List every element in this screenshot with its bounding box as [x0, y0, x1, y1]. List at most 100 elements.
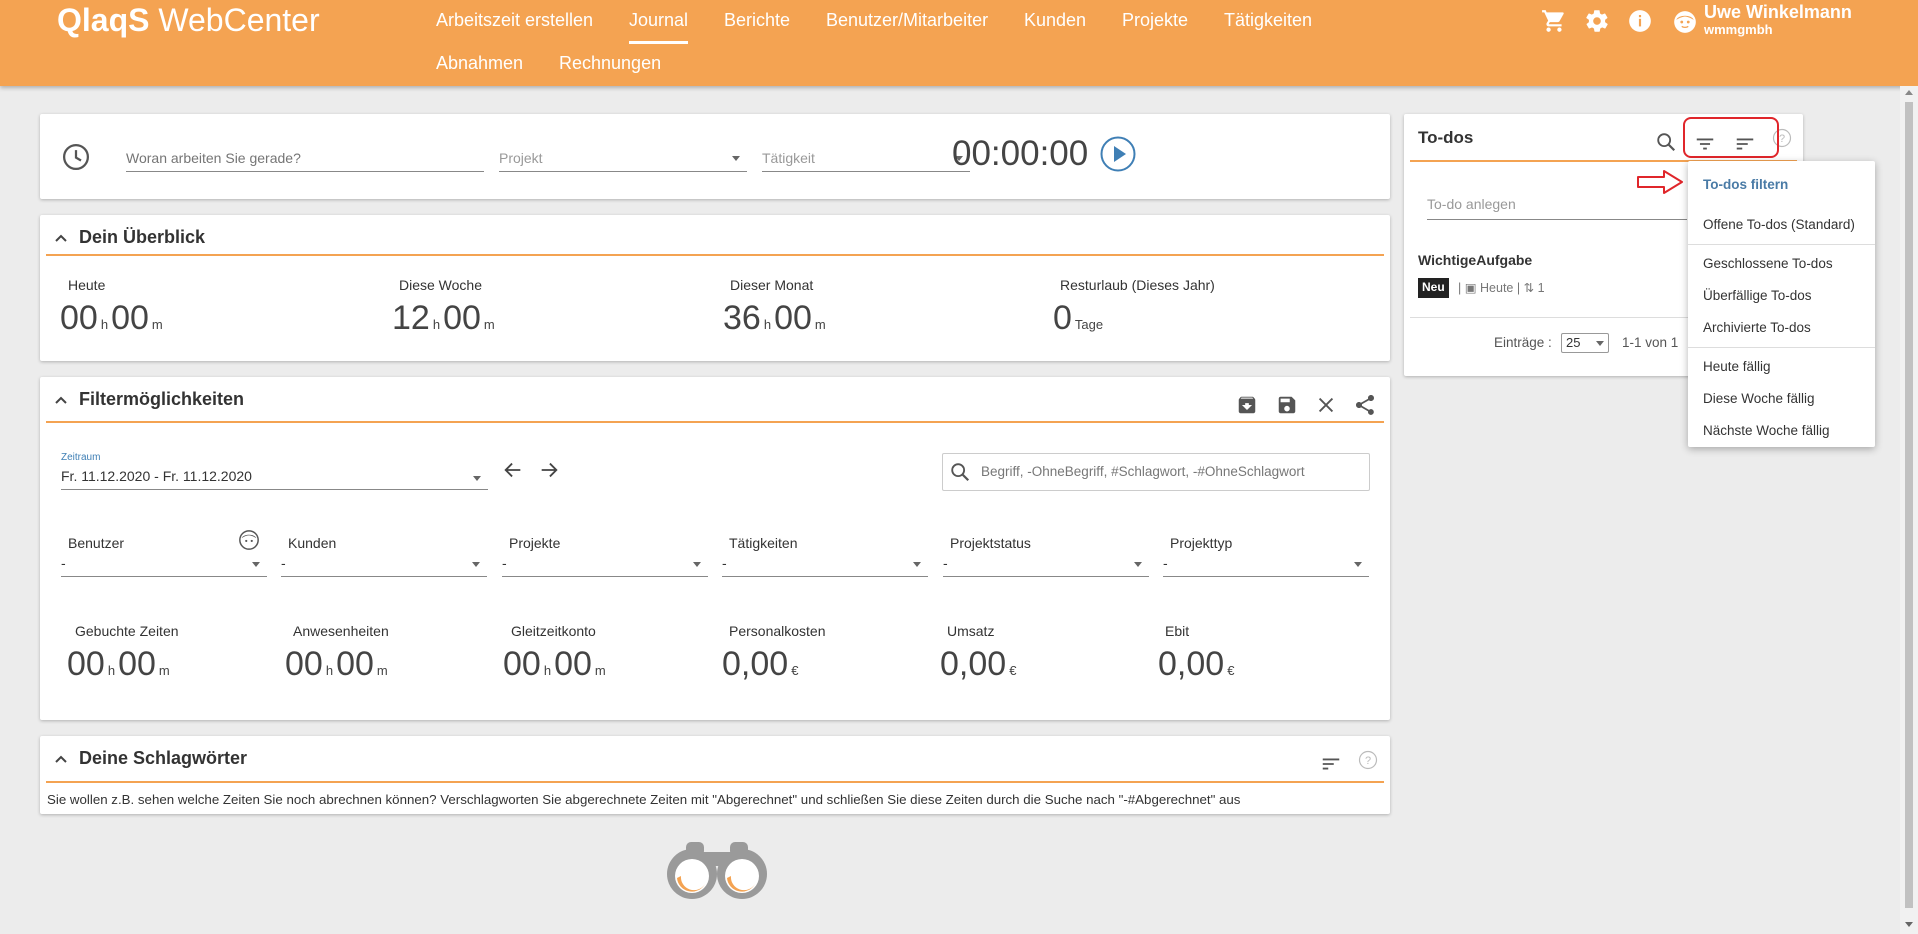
cart-icon[interactable]	[1541, 8, 1567, 34]
todo-meta: | ▣ Heute | ⇅ 1	[1458, 281, 1545, 295]
select-label-benutzer: Benutzer	[68, 535, 125, 551]
menu-item-due-this-week[interactable]: Diese Woche fällig	[1703, 391, 1815, 406]
chevron-down-icon	[252, 562, 260, 567]
stat-value: 36 h00 m	[723, 299, 826, 337]
nav-benutzer-mitarbeiter[interactable]: Benutzer/Mitarbeiter	[826, 10, 988, 31]
menu-item-due-today[interactable]: Heute fällig	[1703, 359, 1771, 374]
search-field[interactable]: Begriff, -OhneBegriff, #Schlagwort, -#Oh…	[942, 453, 1370, 491]
close-icon[interactable]	[1315, 394, 1337, 416]
section-divider	[46, 254, 1384, 256]
todo-badge-new: Neu	[1418, 278, 1449, 298]
entries-label: Einträge :	[1494, 335, 1552, 350]
period-select[interactable]: Fr. 11.12.2020 - Fr. 11.12.2020	[61, 463, 488, 490]
help-icon[interactable]: ?	[1358, 750, 1378, 770]
scroll-down-icon[interactable]	[1905, 922, 1913, 927]
activity-placeholder: Tätigkeit	[762, 150, 815, 166]
search-icon[interactable]	[1655, 131, 1677, 153]
stat-label: Umsatz	[947, 623, 995, 639]
chevron-up-icon[interactable]	[54, 754, 68, 764]
nav-arbeitszeit-erstellen[interactable]: Arbeitszeit erstellen	[436, 10, 593, 31]
select-kunden[interactable]: -	[281, 553, 487, 577]
period-label: Zeitraum	[61, 452, 101, 463]
todo-item-title[interactable]: WichtigeAufgabe	[1418, 252, 1532, 268]
tags-hint: Sie wollen z.B. sehen welche Zeiten Sie …	[47, 792, 1241, 807]
play-icon[interactable]	[1100, 136, 1136, 172]
menu-item-open[interactable]: Offene To-dos (Standard)	[1703, 217, 1855, 232]
project-select[interactable]: Projekt	[499, 144, 747, 172]
stat-label: Dieser Monat	[730, 277, 814, 293]
nav-projekte[interactable]: Projekte	[1122, 10, 1188, 31]
page-scrollbar[interactable]	[1900, 86, 1918, 934]
gear-icon[interactable]	[1584, 8, 1610, 34]
nav-taetigkeiten[interactable]: Tätigkeiten	[1224, 10, 1312, 31]
select-projekte[interactable]: -	[502, 553, 708, 577]
menu-item-overdue[interactable]: Überfällige To-dos	[1703, 288, 1812, 303]
stat-value: 0,00 €	[1158, 645, 1235, 683]
stat-value: 00 h00 m	[60, 299, 163, 337]
stat-label: Gebuchte Zeiten	[75, 623, 179, 639]
select-label-projekte: Projekte	[509, 535, 561, 551]
archive-icon[interactable]	[1236, 394, 1258, 416]
highlight-frame	[1683, 117, 1779, 158]
stat-label: Gleitzeitkonto	[511, 623, 596, 639]
filter-card: Filtermöglichkeiten Zeitraum Fr. 11.12.2…	[40, 377, 1390, 720]
select-benutzer[interactable]: -	[61, 553, 267, 577]
timer-display: 00:00:00	[952, 134, 1089, 173]
todo-title: To-dos	[1418, 128, 1474, 147]
select-projektstatus[interactable]: -	[943, 553, 1149, 577]
page-size-value: 25	[1566, 335, 1581, 350]
activity-select[interactable]: Tätigkeit	[762, 144, 970, 172]
stat-value: 0,00 €	[722, 645, 799, 683]
avatar-icon[interactable]	[238, 529, 260, 551]
scroll-up-icon[interactable]	[1905, 90, 1913, 95]
select-taetigkeiten[interactable]: -	[722, 553, 928, 577]
page-size-select[interactable]: 25	[1561, 333, 1609, 353]
timer-card: Projekt Tätigkeit 00:00:00	[40, 114, 1390, 199]
nav-journal[interactable]: Journal	[629, 10, 689, 44]
avatar-icon[interactable]	[1672, 9, 1698, 35]
save-icon[interactable]	[1276, 394, 1298, 416]
info-icon[interactable]	[1627, 8, 1653, 34]
scrollbar-thumb[interactable]	[1905, 102, 1913, 908]
menu-item-due-next-week[interactable]: Nächste Woche fällig	[1703, 423, 1830, 438]
share-icon[interactable]	[1353, 393, 1377, 417]
nav-kunden[interactable]: Kunden	[1024, 10, 1086, 31]
menu-item-closed[interactable]: Geschlossene To-dos	[1703, 256, 1833, 271]
stat-value: 00 h00 m	[67, 645, 170, 683]
arrow-left-icon[interactable]	[502, 459, 524, 481]
select-value: -	[502, 555, 507, 571]
chevron-down-icon	[913, 562, 921, 567]
menu-item-archived[interactable]: Archivierte To-dos	[1703, 320, 1811, 335]
section-divider	[46, 781, 1384, 783]
menu-heading: To-dos filtern	[1703, 177, 1789, 192]
top-navbar: QlaqS WebCenter Arbeitszeit erstellen Jo…	[0, 0, 1918, 86]
todo-new-placeholder: To-do anlegen	[1427, 196, 1516, 212]
select-projekttyp[interactable]: -	[1163, 553, 1369, 577]
stat-value: 0,00 €	[940, 645, 1017, 683]
arrow-right-icon[interactable]	[538, 459, 560, 481]
chevron-down-icon	[1134, 562, 1142, 567]
stat-value: 12 h00 m	[392, 299, 495, 337]
stat-label: Heute	[68, 277, 106, 293]
todo-due: Heute	[1480, 281, 1514, 295]
select-label-projekttyp: Projekttyp	[1170, 535, 1233, 551]
section-title[interactable]: Deine Schlagwörter	[79, 748, 247, 769]
chevron-up-icon[interactable]	[54, 233, 68, 243]
menu-divider	[1688, 347, 1875, 348]
section-title[interactable]: Filtermöglichkeiten	[79, 389, 244, 410]
stat-label: Ebit	[1165, 623, 1190, 639]
sort-icon[interactable]	[1320, 753, 1342, 775]
project-placeholder: Projekt	[499, 150, 543, 166]
nav-berichte[interactable]: Berichte	[724, 10, 790, 31]
search-placeholder: Begriff, -OhneBegriff, #Schlagwort, -#Oh…	[981, 464, 1305, 479]
task-input[interactable]	[126, 144, 484, 172]
user-name[interactable]: Uwe Winkelmann	[1704, 2, 1852, 23]
nav-abnahmen[interactable]: Abnahmen	[436, 53, 523, 74]
app-logo[interactable]: QlaqS WebCenter	[57, 2, 320, 39]
select-label-projektstatus: Projektstatus	[950, 535, 1031, 551]
select-label-kunden: Kunden	[288, 535, 337, 551]
chevron-up-icon[interactable]	[54, 395, 68, 405]
nav-rechnungen[interactable]: Rechnungen	[559, 53, 661, 74]
stat-label: Anwesenheiten	[293, 623, 389, 639]
section-title[interactable]: Dein Überblick	[79, 227, 205, 248]
